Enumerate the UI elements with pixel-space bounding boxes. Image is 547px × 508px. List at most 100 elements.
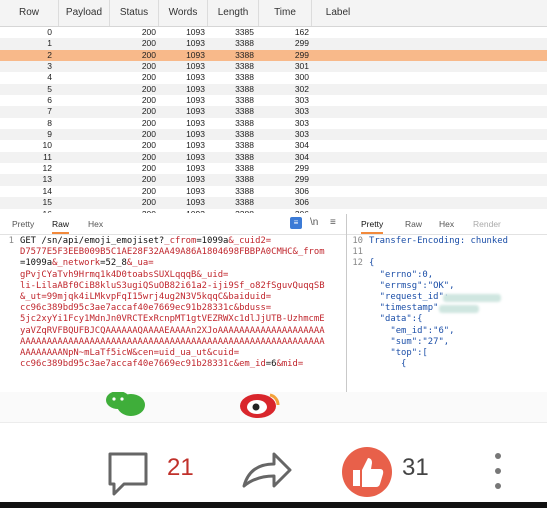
menu-icon[interactable]: ≡: [330, 217, 336, 228]
wrap-lines-icon[interactable]: \n: [310, 217, 318, 228]
table-row[interactable]: 3 200 1093 3388 301: [0, 61, 547, 73]
table-cell-words: 1093: [186, 151, 205, 162]
table-cell-length: 3388: [235, 197, 254, 208]
table-cell-label: [312, 163, 358, 174]
response-text-line: "top":[: [369, 347, 428, 358]
table-cell-payload: [59, 95, 103, 106]
comment-icon[interactable]: [108, 452, 148, 496]
table-cell-label: [312, 197, 358, 208]
table-cell-row: 11: [43, 151, 52, 162]
thumbs-up-icon[interactable]: [342, 447, 392, 497]
table-cell-label: [312, 72, 358, 83]
results-table: Row Payload Status Words Length Time Lab…: [0, 0, 547, 213]
table-row[interactable]: 10 200 1093 3388 304: [0, 140, 547, 152]
table-row[interactable]: 4 200 1093 3388 300: [0, 72, 547, 84]
table-cell-words: 1093: [159, 209, 205, 214]
table-cell-time: 303: [294, 95, 309, 106]
table-cell-time: 306: [294, 185, 309, 196]
table-cell-words: 1093: [186, 72, 205, 83]
table-cell-label: [312, 118, 358, 129]
table-row[interactable]: 13 200 1093 3388 299: [0, 174, 547, 186]
table-cell-row: 5: [47, 83, 52, 94]
column-header-time[interactable]: Time: [259, 0, 312, 26]
column-header-label[interactable]: Label: [312, 0, 364, 26]
table-cell-payload: [59, 84, 103, 95]
response-line: 11: [347, 247, 547, 258]
table-cell-label: [312, 152, 358, 163]
table-cell-label: [312, 84, 358, 95]
table-cell-length: 3388: [235, 106, 254, 117]
request-text-segment: AAAAAAAAAAAAAAAAAAAAAAAAAAAAAAAAAAAAAAAA…: [20, 336, 325, 347]
table-cell-row: 4: [47, 72, 52, 83]
response-text-line: "em_id":"6",: [369, 325, 455, 336]
table-cell-row: 15: [42, 197, 52, 208]
table-cell-status: 200: [141, 49, 156, 60]
table-cell-length: 3388: [235, 163, 254, 174]
response-line: "errno":0,: [347, 270, 547, 281]
response-text-line: {: [369, 258, 375, 269]
response-text-line: {: [369, 359, 407, 370]
table-cell-length: 3388: [235, 83, 254, 94]
request-text-segment: yaVZqRVFBQUFBJCQAAAAAAQAAAAEAAAAn2XJoAAA…: [20, 325, 325, 336]
weibo-icon[interactable]: [240, 393, 280, 418]
table-row[interactable]: 7 200 1093 3388 303: [0, 106, 547, 118]
table-cell-label: [312, 129, 358, 140]
table-row[interactable]: 9 200 1093 3388 303: [0, 129, 547, 141]
table-cell-payload: [59, 72, 103, 83]
more-icon[interactable]: [495, 453, 501, 489]
table-cell-row: 6: [47, 95, 52, 106]
table-row[interactable]: 6 200 1093 3388 303: [0, 95, 547, 107]
request-text-segment: &em_id: [233, 359, 266, 370]
column-header-words[interactable]: Words: [159, 0, 208, 26]
request-text-segment: &cuid=: [207, 347, 240, 358]
request-text-segment: &bduss=: [233, 303, 272, 314]
request-line: D7577E5F3EEB009B5C1AE28F32AA49A86A180469…: [20, 247, 346, 258]
table-cell-row: 13: [42, 174, 52, 185]
request-text-segment: D7577E5F3EEB009B5C1AE28F32AA49A86A180469…: [20, 247, 293, 258]
request-tab-hex[interactable]: Hex: [88, 214, 103, 232]
table-row[interactable]: 15 200 1093 3388 306: [0, 197, 547, 209]
table-row[interactable]: 8 200 1093 3388 303: [0, 117, 547, 130]
table-cell-time: 299: [294, 49, 309, 60]
table-row[interactable]: 2 200 1093 3388 299: [0, 49, 547, 62]
request-text-segment: cc96c389bd95c3ae7accaf40e7669ec91b28331c: [20, 359, 234, 370]
column-header-row[interactable]: Row: [0, 0, 59, 26]
table-cell-payload: [59, 140, 103, 151]
table-row[interactable]: 11 200 1093 3388 304: [0, 151, 547, 164]
response-text-line: "errno":0,: [369, 269, 434, 280]
table-cell-words: 1093: [186, 106, 205, 117]
request-tab-pretty[interactable]: Pretty: [12, 214, 34, 232]
request-line: gPvjCYaTvh9Hrmq1k4D0toabsSUXLqqqB&_uid=: [20, 270, 346, 281]
table-cell-words: 1093: [186, 38, 205, 49]
table-cell-payload: [59, 174, 103, 185]
request-tab-raw[interactable]: Raw: [52, 214, 70, 234]
share-icon[interactable]: [242, 452, 292, 488]
table-row[interactable]: 5 200 1093 3388 302: [0, 83, 547, 96]
table-cell-row: 16: [0, 209, 52, 214]
response-tab-render[interactable]: Render: [473, 214, 501, 232]
request-pane: Pretty Raw Hex ≡ \n ≡ 1 GET /sn/api/emoj…: [0, 214, 347, 392]
response-line: 12 {: [347, 258, 547, 269]
table-cell-words: 1093: [186, 185, 205, 196]
pretty-print-icon[interactable]: ≡: [290, 217, 302, 229]
table-cell-length: 3388: [235, 72, 254, 83]
column-header-payload[interactable]: Payload: [59, 0, 110, 26]
table-row[interactable]: 12 200 1093 3388 299: [0, 163, 547, 175]
table-row[interactable]: 16 20010933388 306: [0, 208, 547, 214]
response-tab-raw[interactable]: Raw: [405, 214, 422, 232]
column-header-length[interactable]: Length: [208, 0, 259, 26]
table-cell-label: [312, 38, 358, 49]
table-cell-status: 200: [141, 129, 156, 140]
response-tab-hex[interactable]: Hex: [439, 214, 454, 232]
table-cell-length: 3388: [235, 140, 254, 151]
column-header-status[interactable]: Status: [110, 0, 159, 26]
response-tab-pretty[interactable]: Pretty: [361, 214, 384, 234]
table-cell-time: 301: [294, 61, 309, 72]
table-cell-time: 300: [294, 72, 309, 83]
table-cell-length: 3388: [235, 129, 254, 140]
wechat-icon[interactable]: [106, 392, 145, 416]
table-row[interactable]: 0 200 1093 3385 162: [0, 27, 547, 39]
table-row[interactable]: 1 200 1093 3388 299: [0, 38, 547, 50]
table-row[interactable]: 14 200 1093 3388 306: [0, 185, 547, 198]
table-cell-row: 9: [47, 129, 52, 140]
